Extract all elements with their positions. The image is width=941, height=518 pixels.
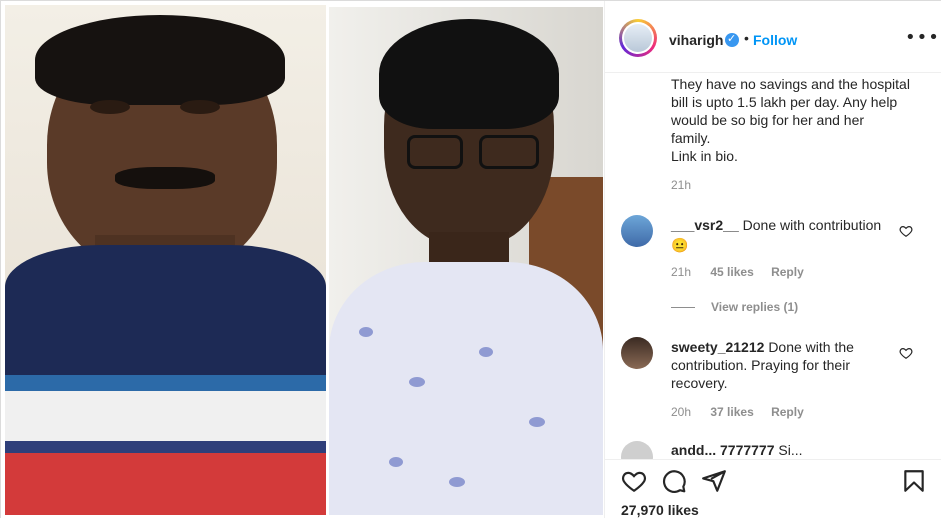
post-header: viharigh • Follow •••	[605, 1, 941, 73]
post-modal: viharigh • Follow ••• They have no savin…	[0, 0, 941, 518]
separator: •	[744, 30, 749, 46]
comment-avatar[interactable]	[621, 337, 653, 369]
reply-button[interactable]: Reply	[771, 405, 804, 419]
comment-body: ___vsr2__ Done with contribution 😐	[671, 216, 889, 254]
photo-right	[329, 7, 603, 515]
follow-button[interactable]: Follow	[753, 32, 797, 48]
comment-text: Done with contribution	[742, 217, 882, 233]
photo-left	[5, 5, 326, 515]
post-sidebar: viharigh • Follow ••• They have no savin…	[604, 1, 941, 518]
comment-avatar[interactable]	[621, 215, 653, 247]
comment-avatar[interactable]	[621, 441, 653, 459]
heart-icon[interactable]	[621, 468, 647, 494]
heart-icon[interactable]	[899, 224, 913, 238]
comments-list[interactable]: They have no savings and the hospital bi…	[605, 73, 941, 459]
heart-icon[interactable]	[899, 346, 913, 360]
bookmark-icon[interactable]	[901, 468, 927, 494]
view-replies-button[interactable]: View replies (1)	[671, 300, 798, 314]
likes-count[interactable]: 27,970 likes	[621, 502, 699, 518]
comment-username[interactable]: ___vsr2__	[671, 217, 739, 233]
reply-button[interactable]: Reply	[771, 265, 804, 279]
comment-meta: 20h 37 likes Reply	[671, 405, 804, 419]
comment-body: sweety_21212 Done with the contribution.…	[671, 338, 889, 392]
comment-body: andd... 7777777 Si...	[671, 441, 889, 459]
caption-time: 21h	[671, 178, 692, 192]
comment-text: Si...	[778, 442, 803, 458]
avatar[interactable]	[619, 19, 657, 57]
comment-likes[interactable]: 37 likes	[710, 405, 753, 419]
post-caption: They have no savings and the hospital bi…	[671, 76, 910, 164]
comment-username[interactable]: sweety_21212	[671, 339, 764, 355]
comment-username[interactable]: andd... 7777777	[671, 442, 775, 458]
username-link[interactable]: viharigh	[669, 32, 723, 48]
action-bar: 27,970 likes	[605, 459, 941, 518]
share-icon[interactable]	[701, 468, 727, 494]
more-icon[interactable]: •••	[905, 27, 940, 48]
post-media[interactable]	[1, 1, 604, 518]
comment-meta: 21h 45 likes Reply	[671, 265, 804, 279]
comment-likes[interactable]: 45 likes	[710, 265, 753, 279]
comment-icon[interactable]	[661, 468, 687, 494]
comment-emoji: 😐	[671, 237, 689, 253]
verified-icon	[725, 32, 739, 47]
